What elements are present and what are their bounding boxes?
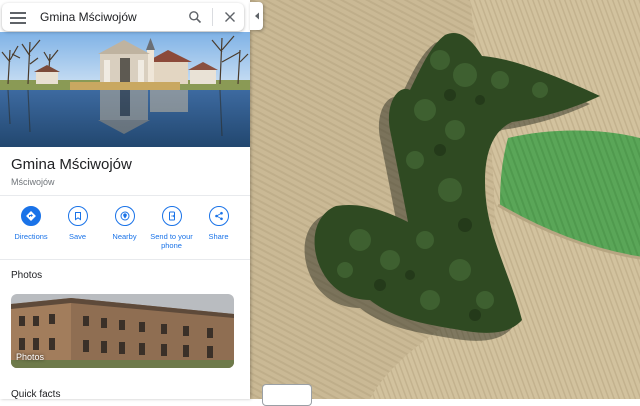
nearby-button[interactable]: Nearby xyxy=(101,206,148,250)
divider xyxy=(0,195,250,196)
place-title: Gmina Mściwojów xyxy=(11,156,132,173)
satellite-map[interactable] xyxy=(250,0,640,399)
place-hero-photo[interactable] xyxy=(0,32,250,147)
save-label: Save xyxy=(68,232,87,241)
nearby-label: Nearby xyxy=(112,232,137,241)
layers-thumbnail[interactable] xyxy=(262,384,312,406)
photos-heading: Photos xyxy=(11,270,43,281)
close-icon[interactable] xyxy=(223,10,237,24)
directions-button[interactable]: Directions xyxy=(8,206,54,250)
search-separator xyxy=(212,8,213,26)
quick-facts-heading: Quick facts xyxy=(11,389,61,399)
divider xyxy=(0,259,250,260)
directions-label: Directions xyxy=(14,232,48,241)
menu-icon[interactable] xyxy=(10,9,26,25)
search-input[interactable]: Gmina Mściwojów xyxy=(40,10,137,24)
photo-thumbnail[interactable]: Photos xyxy=(11,294,234,368)
place-subtitle[interactable]: Mściwojów xyxy=(11,177,55,187)
palace-image xyxy=(11,294,234,368)
share-icon xyxy=(208,206,229,226)
chevron-left-icon xyxy=(254,12,259,20)
bookmark-icon xyxy=(67,206,88,226)
share-button[interactable]: Share xyxy=(195,206,242,250)
side-panel: Gmina Mściwojów Mściwojów Directions Sav… xyxy=(0,0,250,399)
search-box: Gmina Mściwojów xyxy=(2,3,244,31)
search-icon[interactable] xyxy=(188,10,202,24)
send-to-phone-icon xyxy=(161,206,182,226)
share-label: Share xyxy=(208,232,229,241)
send-to-phone-button[interactable]: Send to your phone xyxy=(148,206,195,250)
save-button[interactable]: Save xyxy=(54,206,101,250)
action-bar: Directions Save Nearby Send to your phon… xyxy=(0,206,250,250)
nearby-icon xyxy=(114,206,135,226)
photo-label: Photos xyxy=(16,352,45,362)
directions-icon xyxy=(21,206,41,226)
pavilion-pond-image xyxy=(0,32,250,147)
satellite-imagery xyxy=(250,0,640,399)
collapse-panel-button[interactable] xyxy=(250,2,263,30)
send-to-phone-label: Send to your phone xyxy=(150,232,193,250)
